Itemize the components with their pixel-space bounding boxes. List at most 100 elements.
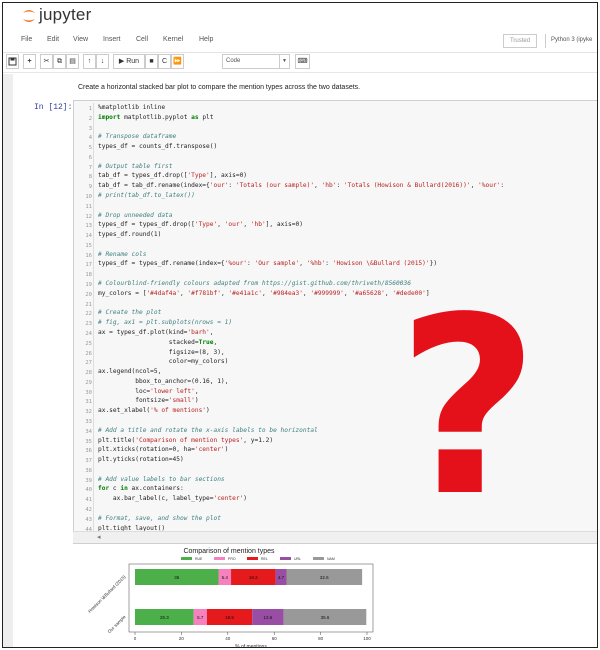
line-numbers: 1 2 3 4 5 6 7 8 9 10 11 12 13 14 15 16 17 18 19 20 21 22 23 24 2… — [74, 103, 94, 543]
line-number: 20 — [85, 291, 92, 298]
restart-run-all-icon[interactable]: ⏩ — [171, 54, 184, 69]
x-tick-label: 100 — [363, 636, 371, 641]
bar-value-label: 4.7 — [278, 575, 285, 580]
code-line: import matplotlib.pyplot as plt — [98, 113, 214, 121]
line-number: 21 — [85, 301, 92, 308]
x-tick-label: 20 — [179, 636, 185, 641]
line-number: 26 — [85, 350, 92, 357]
notebook-window: jupyter File Edit View Insert Cell Kerne… — [2, 2, 598, 648]
move-down-icon[interactable]: ↓ — [96, 54, 109, 69]
left-gutter — [3, 74, 13, 647]
line-number: 12 — [85, 213, 92, 220]
line-number: 42 — [85, 506, 92, 513]
bar-value-label: 19.5 — [225, 615, 234, 620]
add-cell-icon[interactable]: + — [23, 54, 36, 69]
bar-value-label: 19.2 — [249, 575, 258, 580]
code-line: # fig, ax1 = plt.subplots(nrows = 1) — [98, 319, 233, 327]
header: jupyter — [3, 3, 597, 31]
line-number: 37 — [85, 458, 92, 465]
run-button[interactable]: ▶ Run — [113, 54, 145, 69]
code-line: plt.title('Comparison of mention types',… — [98, 436, 274, 444]
code-line: %matplotlib inline — [98, 104, 166, 111]
bar-value-label: 32.6 — [320, 575, 329, 580]
markdown-cell: Create a horizontal stacked bar plot to … — [78, 84, 361, 91]
legend-swatch — [214, 557, 225, 560]
code-line: plt.yticks(rotation=45) — [98, 456, 184, 464]
cell-type-select[interactable]: Code ▼ — [222, 54, 290, 69]
code-line: color=my_colors) — [98, 358, 229, 366]
code-line: ax.set_xlabel('% of mentions') — [98, 407, 210, 415]
menu-kernel[interactable]: Kernel — [163, 36, 183, 43]
line-number: 32 — [85, 409, 92, 416]
toolbar: + ✂ ⧉ ▤ ↑ ↓ ▶ Run ■ C ⏩ Code ▼ ⌨ — [3, 53, 597, 73]
move-up-icon[interactable]: ↑ — [83, 54, 96, 69]
x-tick-label: 60 — [272, 636, 278, 641]
x-tick-label: 80 — [318, 636, 324, 641]
cut-icon[interactable]: ✂ — [40, 54, 53, 69]
menu-view[interactable]: View — [73, 36, 88, 43]
line-number: 8 — [88, 174, 92, 181]
x-tick-label: 0 — [134, 636, 137, 641]
code-line: plt.xticks(rotation=0, ha='center') — [98, 446, 229, 454]
code-line: # Add a title and rotate the x-axis labe… — [98, 426, 318, 434]
legend-label: URL — [294, 557, 301, 561]
code-line: types_df = types_df.drop(['Type', 'our',… — [98, 221, 303, 229]
line-number: 27 — [85, 360, 92, 367]
x-tick-label: 40 — [225, 636, 231, 641]
cell-type-value: Code — [226, 58, 241, 64]
copy-icon[interactable]: ⧉ — [53, 54, 66, 69]
line-number: 39 — [85, 477, 92, 484]
input-prompt: In [12]: — [34, 103, 73, 112]
code-line: # Create the plot — [98, 309, 162, 317]
scroll-left-icon[interactable]: ◂ — [97, 533, 101, 541]
line-number: 25 — [85, 340, 92, 347]
code-line: tab_df = tab_df.rename(index={'our': 'To… — [98, 182, 505, 190]
restart-icon[interactable]: C — [158, 54, 171, 69]
code-line: my_colors = ['#4daf4a', '#f781bf', '#e41… — [98, 289, 430, 297]
line-number: 43 — [85, 516, 92, 523]
menu-cell[interactable]: Cell — [136, 36, 148, 43]
line-number: 19 — [85, 282, 92, 289]
line-number: 35 — [85, 438, 92, 445]
line-number: 38 — [85, 467, 92, 474]
line-number: 6 — [88, 154, 92, 161]
line-number: 34 — [85, 428, 92, 435]
legend-swatch — [280, 557, 291, 560]
bar-value-label: 35.6 — [321, 615, 330, 620]
legend-swatch — [181, 557, 192, 560]
legend-label: RUE — [195, 557, 203, 561]
line-number: 28 — [85, 370, 92, 377]
line-number: 14 — [85, 233, 92, 240]
code-line: types_df = counts_df.transpose() — [98, 143, 218, 151]
bar-value-label: 5.7 — [197, 615, 204, 620]
code-line: # print(tab_df.to_latex()) — [98, 192, 195, 200]
jupyter-logo-icon — [23, 10, 35, 22]
line-number: 10 — [85, 194, 92, 201]
menu-insert[interactable]: Insert — [103, 36, 121, 43]
code-line: # Drop unneeded data — [98, 211, 173, 219]
command-palette-icon[interactable]: ⌨ — [295, 54, 310, 69]
save-icon[interactable] — [6, 54, 19, 69]
bar-value-label: 5.4 — [222, 575, 229, 580]
paste-icon[interactable]: ▤ — [66, 54, 79, 69]
line-number: 36 — [85, 448, 92, 455]
line-number: 17 — [85, 262, 92, 269]
line-number: 23 — [85, 321, 92, 328]
trusted-indicator[interactable]: Trusted — [503, 34, 537, 48]
legend-label: PRO — [228, 557, 236, 561]
menu-edit[interactable]: Edit — [47, 36, 59, 43]
code-line: # Colourblind-friendly colours adapted f… — [98, 280, 411, 288]
code-line: tab_df = types_df.drop(['Type'], axis=0) — [98, 172, 248, 180]
app-logo-text: jupyter — [39, 5, 92, 24]
line-number: 9 — [88, 184, 92, 191]
line-number: 13 — [85, 223, 92, 230]
stop-icon[interactable]: ■ — [145, 54, 158, 69]
menu-file[interactable]: File — [21, 36, 32, 43]
line-number: 41 — [85, 497, 92, 504]
code-line: ax = types_df.plot(kind='barh', — [98, 328, 214, 336]
line-number: 7 — [88, 164, 92, 171]
question-mark-overlay: ? — [396, 265, 540, 550]
code-line: for c in ax.containers: — [98, 485, 184, 493]
menu-help[interactable]: Help — [199, 36, 213, 43]
line-number: 5 — [88, 145, 92, 152]
